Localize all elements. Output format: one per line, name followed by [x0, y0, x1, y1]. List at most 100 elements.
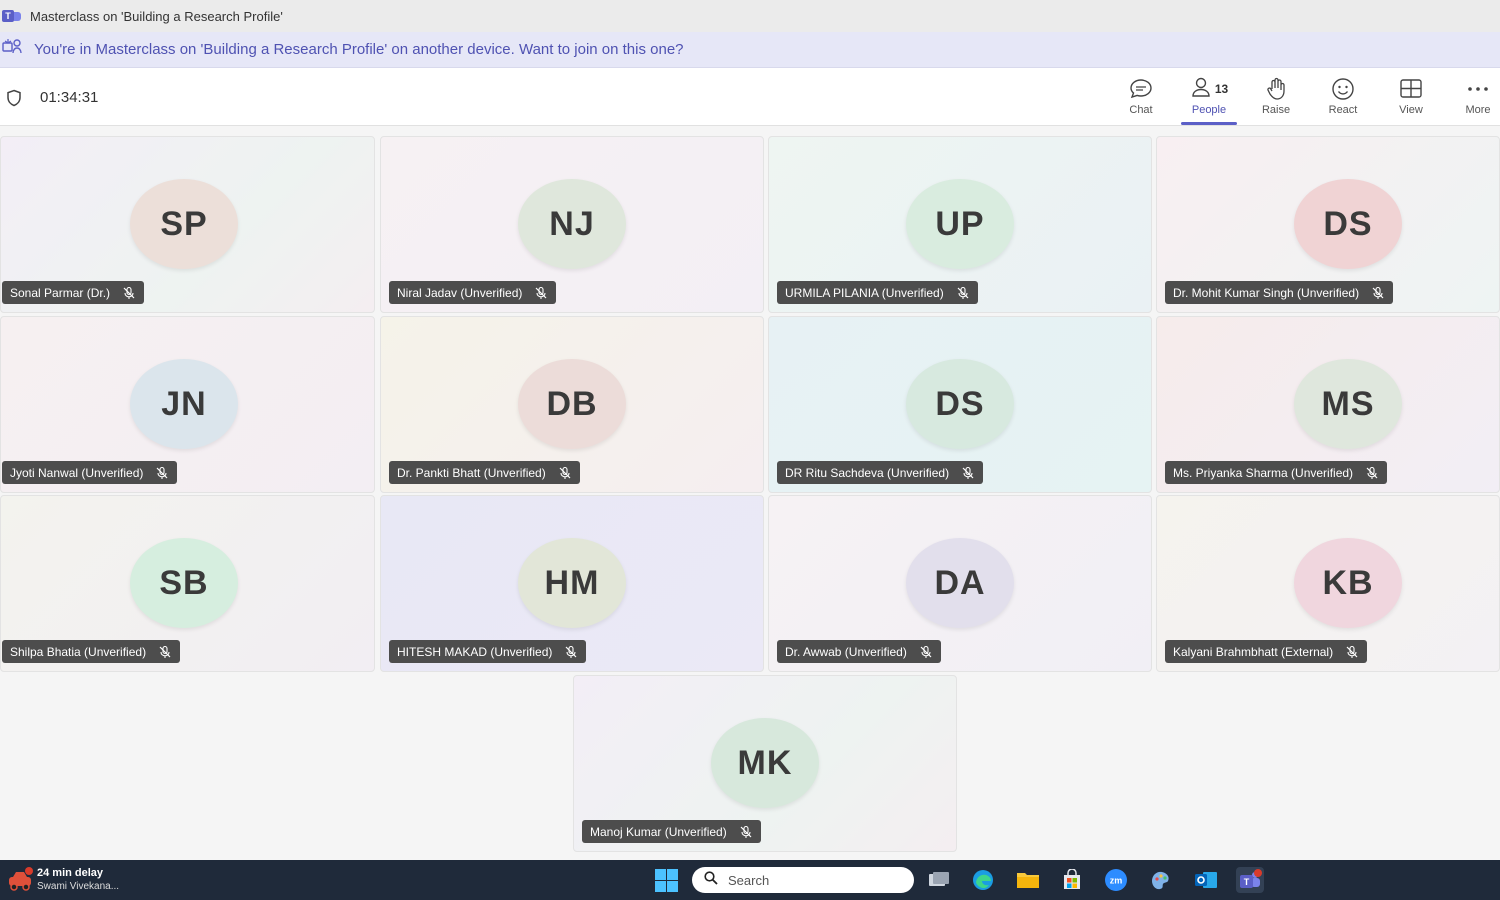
mic-muted-icon [158, 645, 172, 659]
participant-name: Ms. Priyanka Sharma (Unverified) [1173, 465, 1354, 480]
ellipsis-icon [1466, 76, 1490, 102]
chat-button[interactable]: Chat [1111, 76, 1171, 122]
join-banner[interactable]: You're in Masterclass on 'Building a Res… [0, 32, 1500, 68]
participant-name-tag: Niral Jadav (Unverified) [389, 281, 557, 304]
participant-avatar: UP [906, 179, 1014, 269]
start-button[interactable] [655, 869, 678, 892]
chat-icon [1129, 76, 1153, 102]
raise-label: Raise [1261, 104, 1291, 116]
participant-name: Kalyani Brahmbhatt (External) [1173, 644, 1334, 659]
svg-text:zm: zm [1110, 876, 1123, 886]
participant-tile[interactable]: UP URMILA PILANIA (Unverified) [768, 136, 1152, 313]
participant-avatar: MK [711, 718, 819, 808]
participant-name-tag: Dr. Mohit Kumar Singh (Unverified) [1165, 281, 1394, 304]
participant-name-tag: Dr. Awwab (Unverified) [777, 640, 941, 663]
participant-tile[interactable]: MS Ms. Priyanka Sharma (Unverified) [1156, 316, 1500, 493]
participant-tile[interactable]: SP Sonal Parmar (Dr.) [0, 136, 375, 313]
file-explorer-icon[interactable] [1014, 867, 1042, 893]
participant-name-tag: Ms. Priyanka Sharma (Unverified) [1165, 461, 1388, 484]
participant-tile[interactable]: DB Dr. Pankti Bhatt (Unverified) [380, 316, 764, 493]
meeting-timer: 01:34:31 [40, 89, 99, 106]
participant-avatar: NJ [518, 179, 626, 269]
participant-avatar: DS [906, 359, 1014, 449]
mic-muted-icon [739, 825, 753, 839]
mic-muted-icon [956, 286, 970, 300]
participant-tile[interactable]: SB Shilpa Bhatia (Unverified) [0, 495, 375, 672]
participant-name-tag: Jyoti Nanwal (Unverified) [2, 461, 178, 484]
participant-tile[interactable]: DS Dr. Mohit Kumar Singh (Unverified) [1156, 136, 1500, 313]
banner-text: You're in Masterclass on 'Building a Res… [34, 41, 684, 58]
participant-avatar: SP [130, 179, 238, 269]
participant-name-tag: DR Ritu Sachdeva (Unverified) [777, 461, 984, 484]
mic-muted-icon [919, 645, 933, 659]
participant-name-tag: Dr. Pankti Bhatt (Unverified) [389, 461, 580, 484]
mic-muted-icon [122, 286, 136, 300]
search-icon [704, 870, 718, 890]
participant-name: HITESH MAKAD (Unverified) [397, 644, 553, 659]
participant-name-tag: HITESH MAKAD (Unverified) [389, 640, 587, 663]
participant-name: URMILA PILANIA (Unverified) [785, 285, 944, 300]
mic-muted-icon [564, 645, 578, 659]
react-label: React [1328, 104, 1358, 116]
outlook-icon[interactable] [1192, 867, 1220, 893]
participant-tile[interactable]: KB Kalyani Brahmbhatt (External) [1156, 495, 1500, 672]
participant-tile[interactable]: HM HITESH MAKAD (Unverified) [380, 495, 764, 672]
participant-avatar: JN [130, 359, 238, 449]
participant-tile[interactable]: NJ Niral Jadav (Unverified) [380, 136, 764, 313]
participant-name: Dr. Pankti Bhatt (Unverified) [397, 465, 546, 480]
participant-avatar: MS [1294, 359, 1402, 449]
title-bar: T Masterclass on 'Building a Research Pr… [0, 0, 1500, 32]
search-placeholder: Search [728, 872, 770, 888]
paint-icon[interactable] [1147, 867, 1175, 893]
participant-avatar: DS [1294, 179, 1402, 269]
mic-muted-icon [1365, 466, 1379, 480]
participant-tile[interactable]: JN Jyoti Nanwal (Unverified) [0, 316, 375, 493]
participant-tile[interactable]: DS DR Ritu Sachdeva (Unverified) [768, 316, 1152, 493]
participant-avatar: HM [518, 538, 626, 628]
people-active-indicator [1181, 122, 1237, 125]
view-button[interactable]: View [1381, 76, 1441, 122]
people-count: 13 [1214, 82, 1229, 96]
mic-muted-icon [961, 466, 975, 480]
participant-avatar: DB [518, 359, 626, 449]
participant-name: Sonal Parmar (Dr.) [10, 285, 111, 300]
widget-line-1: 24 min delay [37, 867, 104, 879]
taskbar-search[interactable]: Search [692, 867, 914, 893]
react-button[interactable]: React [1313, 76, 1373, 122]
meeting-toolbar: 01:34:31 Chat 13 People Raise React View [0, 68, 1500, 126]
participant-name: Manoj Kumar (Unverified) [590, 824, 727, 839]
device-join-icon [2, 38, 24, 61]
participant-tile[interactable]: MK Manoj Kumar (Unverified) [573, 675, 957, 852]
teams-icon[interactable]: T [1236, 867, 1264, 893]
edge-icon[interactable] [969, 867, 997, 893]
store-icon[interactable] [1058, 867, 1086, 893]
more-button[interactable]: More [1448, 76, 1500, 122]
participant-tile[interactable]: DA Dr. Awwab (Unverified) [768, 495, 1152, 672]
people-label: People [1191, 104, 1227, 116]
mic-muted-icon [558, 466, 572, 480]
participant-name-tag: URMILA PILANIA (Unverified) [777, 281, 978, 304]
participant-name: Jyoti Nanwal (Unverified) [10, 465, 144, 480]
people-icon [1190, 76, 1212, 103]
windows-taskbar: 24 min delay Swami Vivekana... Search zm… [0, 860, 1500, 900]
participant-avatar: SB [130, 538, 238, 628]
participant-avatar: DA [906, 538, 1014, 628]
participant-avatar: KB [1294, 538, 1402, 628]
participant-name-tag: Manoj Kumar (Unverified) [582, 820, 761, 843]
mic-muted-icon [155, 466, 169, 480]
more-label: More [1465, 104, 1491, 116]
window-title: Masterclass on 'Building a Research Prof… [30, 8, 283, 24]
task-view-icon[interactable] [925, 867, 953, 893]
raise-hand-button[interactable]: Raise [1246, 76, 1306, 122]
participant-name: Dr. Awwab (Unverified) [785, 644, 907, 659]
mic-muted-icon [1371, 286, 1385, 300]
traffic-widget-icon[interactable] [5, 865, 35, 895]
shield-icon [5, 89, 23, 112]
participant-name-tag: Kalyani Brahmbhatt (External) [1165, 640, 1368, 663]
participant-name: Dr. Mohit Kumar Singh (Unverified) [1173, 285, 1360, 300]
participant-name-tag: Shilpa Bhatia (Unverified) [2, 640, 181, 663]
participant-name-tag: Sonal Parmar (Dr.) [2, 281, 145, 304]
teams-logo-icon: T [2, 8, 22, 24]
zoom-icon[interactable]: zm [1102, 867, 1130, 893]
people-button[interactable]: 13 People [1179, 76, 1239, 122]
